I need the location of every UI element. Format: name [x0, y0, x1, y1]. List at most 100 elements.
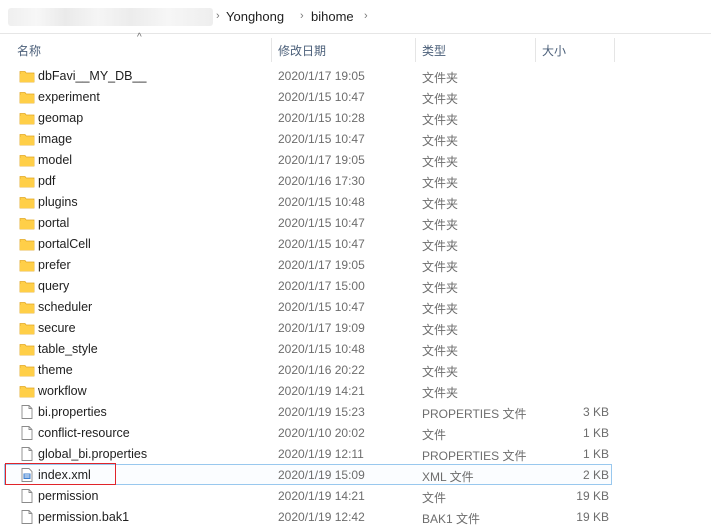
- file-row[interactable]: permission.bak1 2020/1/19 12:42 BAK1 文件 19 …: [4, 506, 612, 527]
- xml-file-icon: [19, 467, 35, 483]
- file-type: 文件夹: [422, 197, 459, 211]
- file-row[interactable]: global_bi.properties 2020/1/19 12:11 PROPE…: [4, 443, 612, 464]
- folder-row[interactable]: workflow 2020/1/19 14:21 文件夹: [4, 380, 612, 401]
- file-date: 2020/1/19 14:21: [278, 489, 365, 503]
- file-type: 文件夹: [422, 344, 459, 358]
- folder-row[interactable]: secure 2020/1/17 19:09 文件夹: [4, 317, 612, 338]
- file-size: 1 KB: [582, 447, 609, 461]
- file-name: secure: [38, 321, 76, 335]
- column-header-name[interactable]: 名称: [17, 42, 41, 59]
- folder-row[interactable]: table_style 2020/1/15 10:48 文件夹: [4, 338, 612, 359]
- folder-icon: [19, 152, 35, 168]
- folder-icon: [19, 68, 35, 84]
- file-date: 2020/1/15 10:47: [278, 216, 365, 230]
- folder-icon: [19, 362, 35, 378]
- folder-row[interactable]: portal 2020/1/15 10:47 文件夹: [4, 212, 612, 233]
- column-header-size[interactable]: 大小: [542, 42, 566, 59]
- file-type: 文件: [422, 428, 447, 442]
- column-divider[interactable]: [535, 38, 536, 62]
- file-name: scheduler: [38, 300, 93, 314]
- column-divider[interactable]: [271, 38, 272, 62]
- file-date: 2020/1/17 19:05: [278, 69, 365, 83]
- breadcrumb-item-yonghong[interactable]: Yonghong: [226, 9, 284, 24]
- file-size: 2 KB: [582, 468, 609, 482]
- folder-row[interactable]: scheduler 2020/1/15 10:47 文件夹: [4, 296, 612, 317]
- file-row[interactable]: bi.properties 2020/1/19 15:23 PROPERTIES 文…: [4, 401, 612, 422]
- folder-icon: [19, 383, 35, 399]
- file-date: 2020/1/17 19:05: [278, 153, 365, 167]
- file-date: 2020/1/15 10:47: [278, 90, 365, 104]
- file-name: global_bi.properties: [38, 447, 148, 461]
- file-date: 2020/1/16 20:22: [278, 363, 365, 377]
- file-type: 文件夹: [422, 134, 459, 148]
- file-type: 文件夹: [422, 218, 459, 232]
- file-type: 文件夹: [422, 260, 459, 274]
- file-type: 文件夹: [422, 113, 459, 127]
- folder-row[interactable]: experiment 2020/1/15 10:47 文件夹: [4, 86, 612, 107]
- column-divider[interactable]: [614, 38, 615, 62]
- breadcrumb-separator-icon: ›: [216, 10, 220, 22]
- file-type: 文件夹: [422, 239, 459, 253]
- file-name: bi.properties: [38, 405, 107, 419]
- breadcrumb-item-bihome[interactable]: bihome: [311, 9, 354, 24]
- file-name: dbFavi__MY_DB__: [38, 69, 147, 83]
- file-size: 3 KB: [582, 405, 609, 419]
- column-header-date[interactable]: 修改日期: [278, 42, 326, 59]
- folder-row[interactable]: theme 2020/1/16 20:22 文件夹: [4, 359, 612, 380]
- file-date: 2020/1/17 19:05: [278, 258, 365, 272]
- file-icon: [19, 488, 35, 504]
- column-divider[interactable]: [415, 38, 416, 62]
- folder-row[interactable]: model 2020/1/17 19:05 文件夹: [4, 149, 612, 170]
- folder-icon: [19, 89, 35, 105]
- folder-icon: [19, 278, 35, 294]
- file-name: workflow: [38, 384, 87, 398]
- folder-icon: [19, 194, 35, 210]
- folder-icon: [19, 110, 35, 126]
- file-name: image: [38, 132, 73, 146]
- address-bar[interactable]: › Yonghong › bihome ›: [0, 0, 711, 34]
- file-type: 文件: [422, 491, 447, 505]
- file-row[interactable]: permission 2020/1/19 14:21 文件 19 KB: [4, 485, 612, 506]
- file-date: 2020/1/17 19:09: [278, 321, 365, 335]
- file-date: 2020/1/10 20:02: [278, 426, 365, 440]
- file-date: 2020/1/19 12:11: [278, 447, 364, 461]
- column-header-type[interactable]: 类型: [422, 42, 446, 59]
- file-date: 2020/1/15 10:47: [278, 132, 365, 146]
- folder-icon: [19, 299, 35, 315]
- file-name: portal: [38, 216, 70, 230]
- file-icon: [19, 509, 35, 525]
- breadcrumb-chevron-icon[interactable]: ›: [364, 10, 368, 22]
- file-icon: [19, 404, 35, 420]
- file-size: 1 KB: [582, 426, 609, 440]
- file-name: pdf: [38, 174, 56, 188]
- file-type: 文件夹: [422, 386, 459, 400]
- file-type: 文件夹: [422, 302, 459, 316]
- file-date: 2020/1/19 15:09: [278, 468, 365, 482]
- folder-row[interactable]: dbFavi__MY_DB__ 2020/1/17 19:05 文件夹: [4, 65, 612, 86]
- file-type: 文件夹: [422, 365, 459, 379]
- folder-row[interactable]: geomap 2020/1/15 10:28 文件夹: [4, 107, 612, 128]
- file-size: 19 KB: [576, 489, 609, 503]
- file-date: 2020/1/17 15:00: [278, 279, 365, 293]
- folder-row[interactable]: prefer 2020/1/17 19:05 文件夹: [4, 254, 612, 275]
- breadcrumb-separator-icon: ›: [300, 10, 304, 22]
- folder-row[interactable]: image 2020/1/15 10:47 文件夹: [4, 128, 612, 149]
- file-name: portalCell: [38, 237, 91, 251]
- folder-row[interactable]: pdf 2020/1/16 17:30 文件夹: [4, 170, 612, 191]
- file-date: 2020/1/19 14:21: [278, 384, 365, 398]
- folder-row[interactable]: portalCell 2020/1/15 10:47 文件夹: [4, 233, 612, 254]
- file-type: 文件夹: [422, 71, 459, 85]
- file-type: PROPERTIES 文件: [422, 449, 527, 463]
- folder-icon: [19, 320, 35, 336]
- file-date: 2020/1/19 15:23: [278, 405, 365, 419]
- file-date: 2020/1/15 10:47: [278, 237, 365, 251]
- folder-row[interactable]: plugins 2020/1/15 10:48 文件夹: [4, 191, 612, 212]
- file-type: 文件夹: [422, 281, 459, 295]
- file-size: 19 KB: [576, 510, 609, 524]
- blurred-path-segment: [8, 8, 213, 26]
- file-row[interactable]: index.xml 2020/1/19 15:09 XML 文件 2 KB: [4, 464, 612, 485]
- folder-icon: [19, 215, 35, 231]
- file-name: index.xml: [38, 468, 91, 482]
- folder-row[interactable]: query 2020/1/17 15:00 文件夹: [4, 275, 612, 296]
- file-row[interactable]: conflict-resource 2020/1/10 20:02 文件 1 KB: [4, 422, 612, 443]
